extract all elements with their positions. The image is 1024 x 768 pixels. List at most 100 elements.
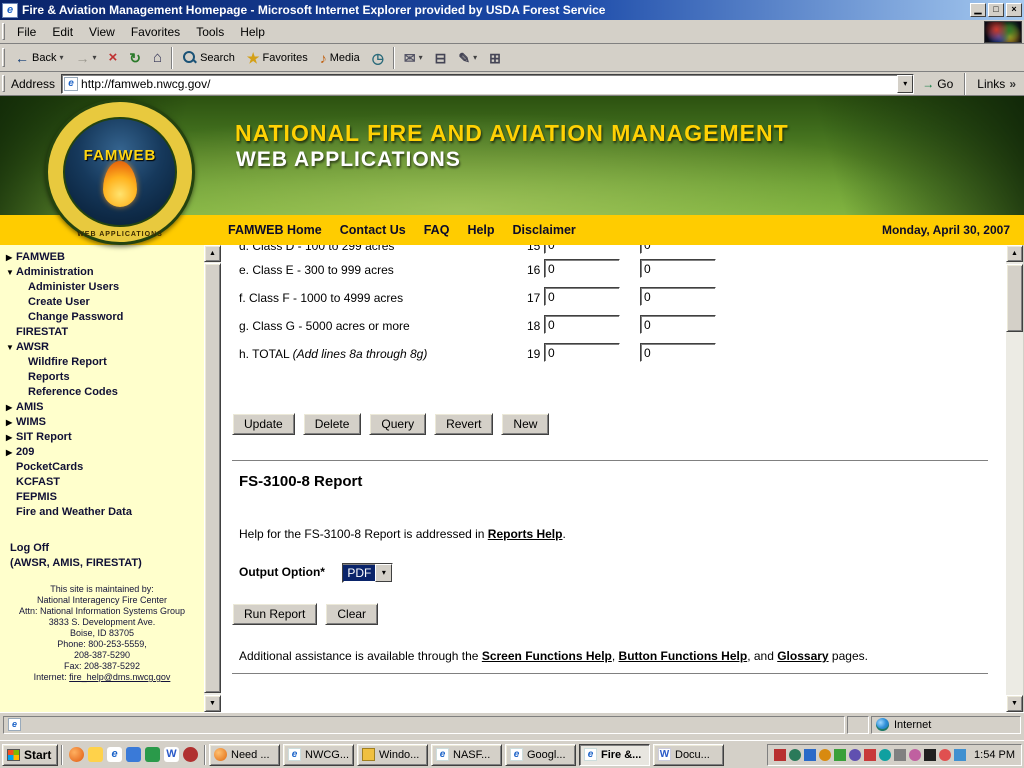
menu-view[interactable]: View [81, 22, 123, 42]
start-button[interactable]: Start [2, 744, 58, 766]
collapsed-arrow-icon[interactable]: ▶ [6, 445, 14, 460]
tray-icon[interactable] [789, 749, 801, 761]
sidebar-item-209[interactable]: ▶209 [0, 445, 204, 460]
screen-functions-help-link[interactable]: Screen Functions Help [482, 649, 612, 663]
sidebar-item-famweb[interactable]: ▶FAMWEB [0, 250, 204, 265]
glossary-link[interactable]: Glossary [777, 649, 828, 663]
toolbar-grip[interactable] [2, 75, 5, 91]
sidebar-item-wims[interactable]: ▶WIMS [0, 415, 204, 430]
sidebar-item-create-user[interactable]: Create User [0, 295, 204, 310]
nav-disclaimer[interactable]: Disclaimer [513, 223, 576, 237]
word-quick-launch-icon[interactable]: W [164, 747, 179, 762]
new-button[interactable]: New [501, 413, 549, 435]
tray-icon[interactable] [864, 749, 876, 761]
tray-icon[interactable] [834, 749, 846, 761]
favorites-button[interactable]: ★ Favorites [241, 46, 314, 70]
scroll-down-button[interactable]: ▼ [1006, 695, 1023, 712]
tray-icon[interactable] [954, 749, 966, 761]
quick-launch-icon[interactable] [183, 747, 198, 762]
print-button[interactable]: ⊟ [429, 46, 453, 70]
menu-tools[interactable]: Tools [188, 22, 232, 42]
sidebar-item-change-password[interactable]: Change Password [0, 310, 204, 325]
reports-help-link[interactable]: Reports Help [488, 527, 563, 541]
tray-icon[interactable] [849, 749, 861, 761]
tray-icon[interactable] [804, 749, 816, 761]
total-input-col2[interactable] [640, 343, 716, 362]
back-dropdown-icon[interactable]: ▾ [59, 53, 63, 62]
tray-icon[interactable] [879, 749, 891, 761]
sidebar-item-administer-users[interactable]: Administer Users [0, 280, 204, 295]
scrollbar-thumb[interactable] [204, 263, 221, 693]
nav-contact-us[interactable]: Contact Us [340, 223, 406, 237]
restore-button[interactable]: □ [988, 3, 1004, 17]
query-button[interactable]: Query [369, 413, 426, 435]
select-dropdown-button[interactable]: ▾ [375, 564, 392, 582]
nav-famweb-home[interactable]: FAMWEB Home [228, 223, 322, 237]
logoff-link[interactable]: Log Off (AWSR, AMIS, FIRESTAT) [0, 541, 204, 571]
toolbar-grip[interactable] [2, 23, 5, 39]
sidebar-item-reports[interactable]: Reports [0, 370, 204, 385]
tray-icon[interactable] [894, 749, 906, 761]
collapsed-arrow-icon[interactable]: ▶ [6, 415, 14, 430]
menu-help[interactable]: Help [232, 22, 273, 42]
sidebar-item-sit-report[interactable]: ▶SIT Report [0, 430, 204, 445]
back-button[interactable]: ← Back ▾ [9, 46, 69, 70]
address-input[interactable]: e http://famweb.nwcg.gov/ ▾ [61, 74, 914, 94]
sidebar-item-kcfast[interactable]: KCFAST [0, 475, 204, 490]
quick-launch-icon[interactable] [69, 747, 84, 762]
quick-launch-icon[interactable] [126, 747, 141, 762]
output-option-select[interactable]: PDF ▾ [342, 563, 393, 583]
stop-button[interactable]: × [103, 46, 124, 70]
sidebar-item-awsr[interactable]: ▼AWSR [0, 340, 204, 355]
links-button[interactable]: Links » [969, 77, 1024, 91]
tray-icon[interactable] [939, 749, 951, 761]
address-dropdown-button[interactable]: ▾ [897, 75, 913, 93]
class-g-input-col1[interactable] [544, 315, 620, 334]
sidebar-item-administration[interactable]: ▼Administration [0, 265, 204, 280]
class-f-input-col2[interactable] [640, 287, 716, 306]
mail-dropdown-icon[interactable]: ▾ [419, 53, 423, 62]
tray-icon[interactable] [924, 749, 936, 761]
forward-button[interactable]: → ▾ [69, 46, 102, 70]
quick-launch-icon[interactable] [145, 747, 160, 762]
class-f-input-col1[interactable] [544, 287, 620, 306]
task-button-nasf[interactable]: e NASF... [431, 744, 502, 766]
run-report-button[interactable]: Run Report [232, 603, 317, 625]
delete-button[interactable]: Delete [303, 413, 362, 435]
tray-icon[interactable] [909, 749, 921, 761]
minimize-button[interactable]: ▁ [970, 3, 986, 17]
sidebar-item-fepmis[interactable]: FEPMIS [0, 490, 204, 505]
tray-icon[interactable] [774, 749, 786, 761]
refresh-button[interactable]: ↻ [123, 46, 147, 70]
nav-help[interactable]: Help [467, 223, 494, 237]
nav-faq[interactable]: FAQ [424, 223, 450, 237]
collapsed-arrow-icon[interactable]: ▶ [6, 250, 14, 265]
mail-button[interactable]: ✉ ▾ [398, 46, 429, 70]
search-button[interactable]: Search [176, 46, 241, 70]
task-button-windows[interactable]: Windo... [357, 744, 428, 766]
update-button[interactable]: Update [232, 413, 295, 435]
task-button-nwcg[interactable]: e NWCG... [283, 744, 354, 766]
discuss-button[interactable]: ⊞ [483, 46, 507, 70]
task-button-need[interactable]: Need ... [209, 744, 280, 766]
sidebar-item-pocketcards[interactable]: PocketCards [0, 460, 204, 475]
button-functions-help-link[interactable]: Button Functions Help [619, 649, 748, 663]
quick-launch-icon[interactable] [88, 747, 103, 762]
edit-button[interactable]: ✎ ▾ [452, 46, 483, 70]
sidebar-item-reference-codes[interactable]: Reference Codes [0, 385, 204, 400]
total-input-col1[interactable] [544, 343, 620, 362]
sidebar-item-fire-and-weather-data[interactable]: Fire and Weather Data [0, 505, 204, 520]
scroll-down-button[interactable]: ▼ [204, 695, 221, 712]
task-button-google[interactable]: e Googl... [505, 744, 576, 766]
sidebar-item-amis[interactable]: ▶AMIS [0, 400, 204, 415]
go-button[interactable]: → Go [914, 73, 961, 95]
history-button[interactable]: ◷ [366, 46, 390, 70]
class-d-input-col2[interactable] [640, 245, 716, 254]
expanded-arrow-icon[interactable]: ▼ [6, 340, 14, 355]
menu-file[interactable]: File [9, 22, 44, 42]
class-g-input-col2[interactable] [640, 315, 716, 334]
sidebar-item-firestat[interactable]: FIRESTAT [0, 325, 204, 340]
collapsed-arrow-icon[interactable]: ▶ [6, 430, 14, 445]
address-url-text[interactable]: http://famweb.nwcg.gov/ [81, 77, 897, 91]
clear-button[interactable]: Clear [325, 603, 378, 625]
